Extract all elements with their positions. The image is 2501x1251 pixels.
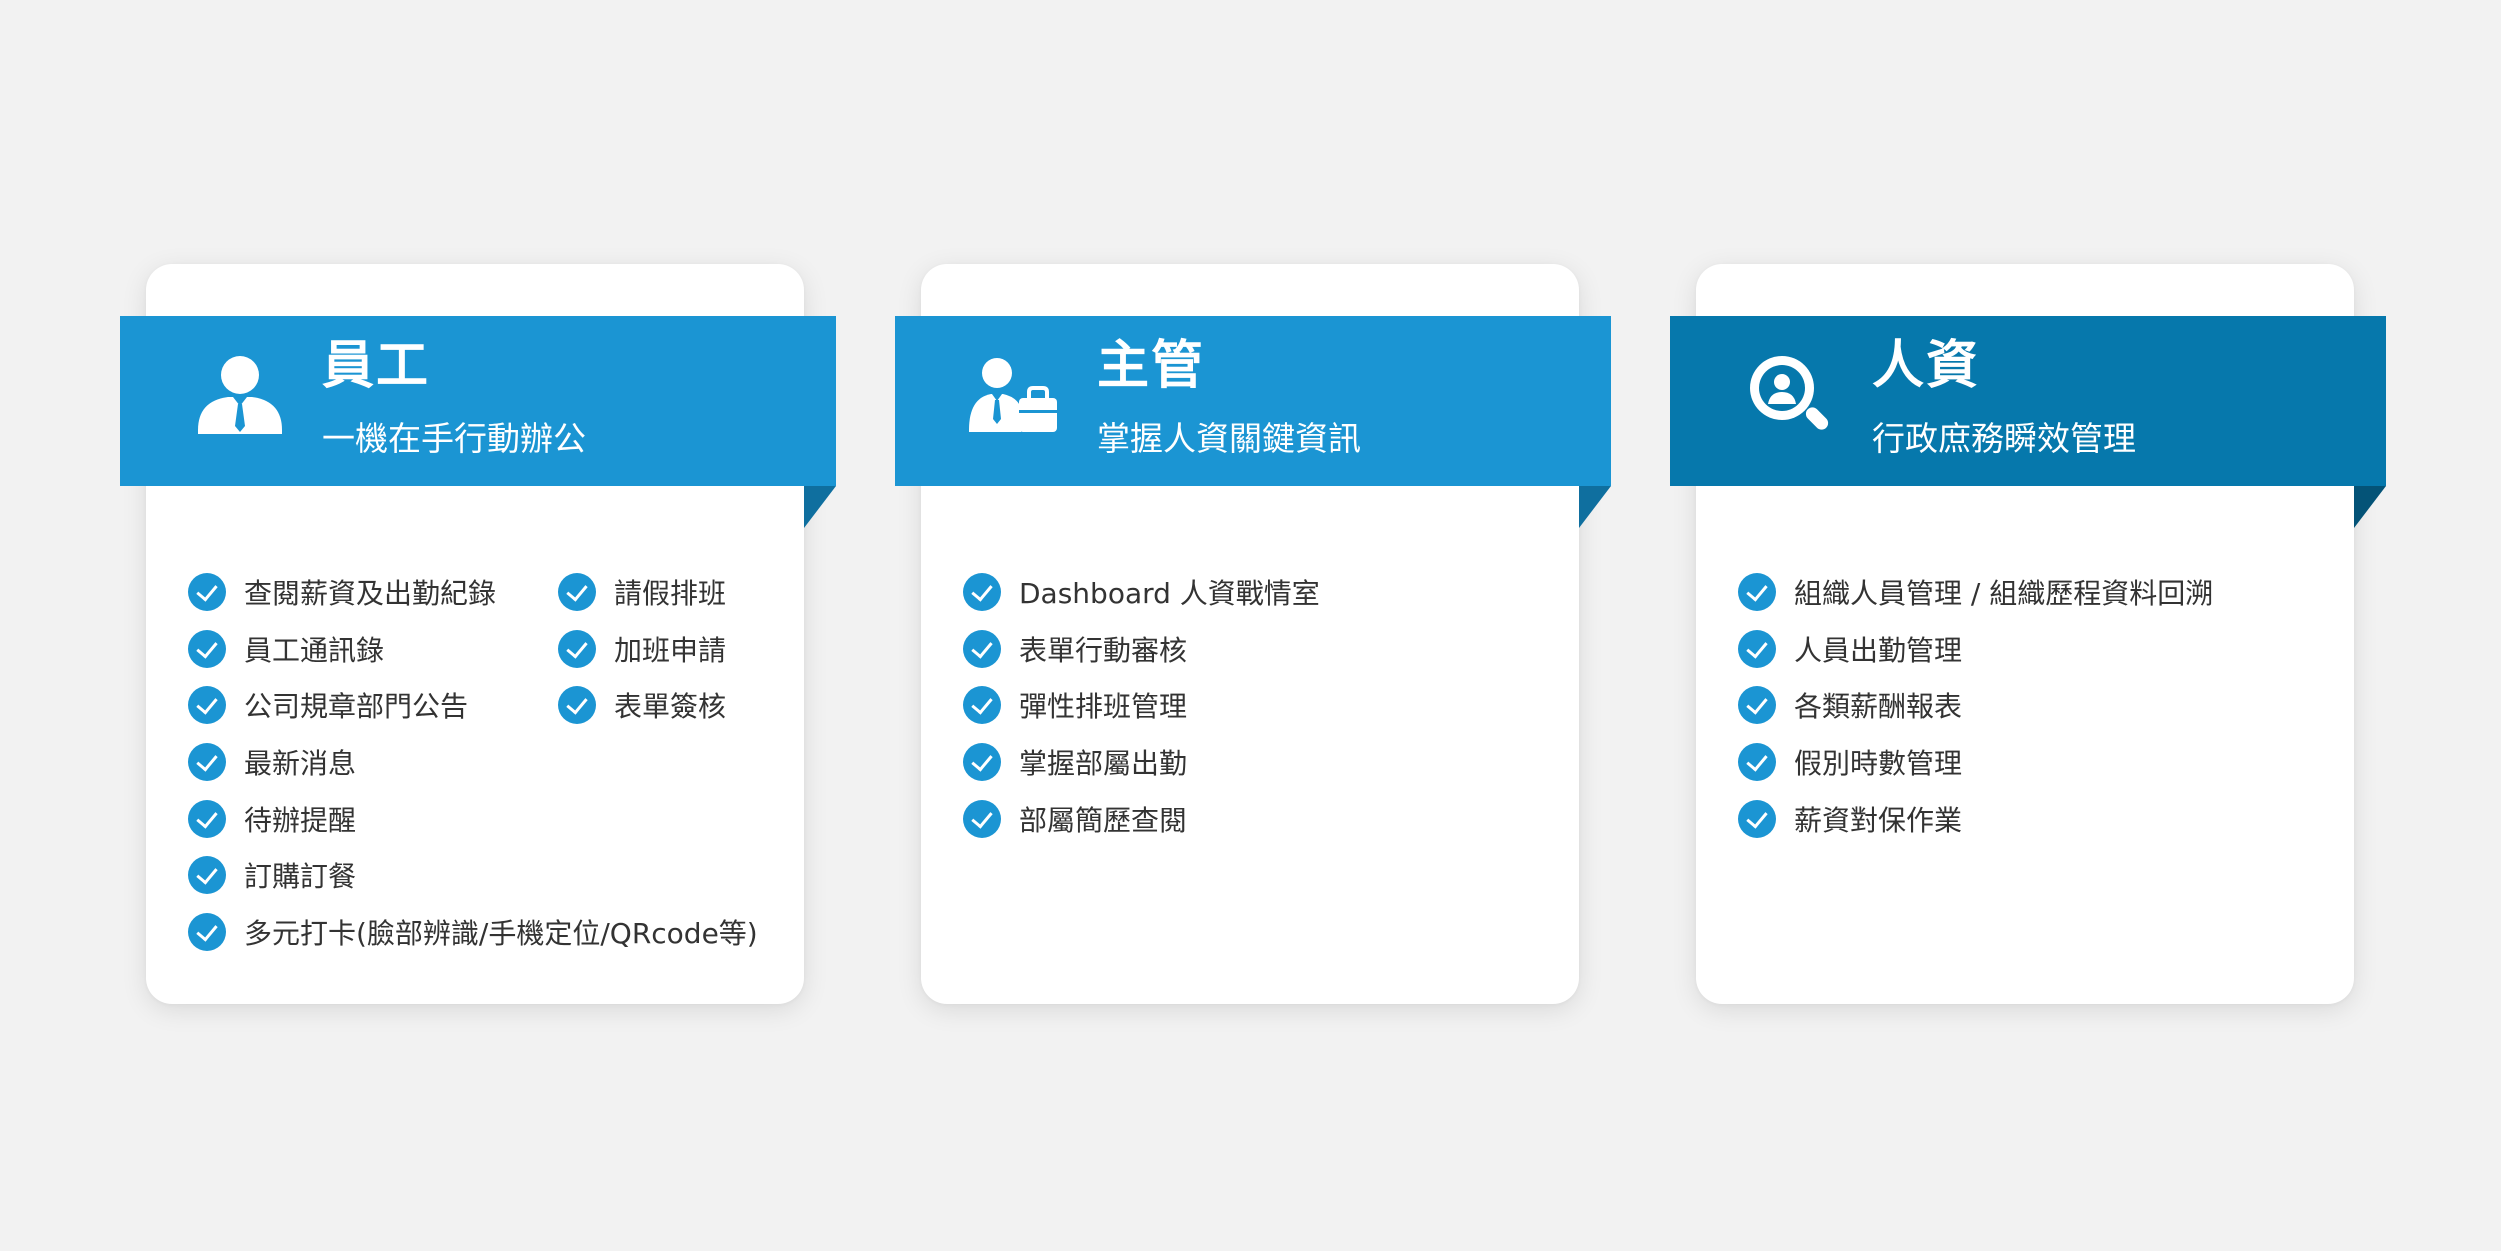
employee-card-header: 員工 一機在手行動辦公 bbox=[120, 316, 836, 486]
manager-feature-list: Dashboard 人資戰情室 表單行動審核 彈性排班管理 掌握部屬出勤 部屬簡… bbox=[963, 564, 1320, 847]
list-item: 假別時數管理 bbox=[1738, 734, 2213, 791]
list-item-label: 表單行動審核 bbox=[1019, 633, 1188, 667]
employee-ribbon-fold bbox=[804, 486, 836, 528]
employee-card-title: 員工 bbox=[322, 336, 431, 396]
list-item: 最新消息 bbox=[188, 734, 758, 791]
manager-card-subtitle: 掌握人資關鍵資訊 bbox=[1097, 419, 1361, 458]
check-icon bbox=[558, 573, 596, 612]
list-item-label: 部屬簡歷查閱 bbox=[1019, 803, 1188, 837]
list-item: 組織人員管理 / 組織歷程資料回溯 bbox=[1738, 564, 2213, 621]
list-item-label: 掌握部屬出勤 bbox=[1019, 747, 1188, 781]
hr-feature-list: 組織人員管理 / 組織歷程資料回溯 人員出勤管理 各類薪酬報表 假別時數管理 薪… bbox=[1738, 564, 2213, 847]
list-item: 彈性排班管理 bbox=[963, 677, 1320, 734]
check-icon bbox=[1738, 743, 1776, 782]
check-icon bbox=[188, 912, 226, 951]
list-item: 部屬簡歷查閱 bbox=[963, 790, 1320, 847]
employee-card-subtitle: 一機在手行動辦公 bbox=[322, 419, 586, 458]
list-item-label: 員工通訊錄 bbox=[244, 633, 385, 667]
check-icon bbox=[188, 799, 226, 838]
list-item: 待辦提醒 bbox=[188, 790, 758, 847]
check-icon bbox=[188, 686, 226, 725]
list-item-label: 組織人員管理 / 組織歷程資料回溯 bbox=[1794, 577, 2214, 611]
list-item-label: 多元打卡(臉部辨識/手機定位/QRcode等) bbox=[244, 916, 758, 950]
list-item: 加班申請 bbox=[558, 621, 726, 678]
hr-card: 人資 行政庶務瞬效管理 組織人員管理 / 組織歷程資料回溯 人員出勤管理 各類薪… bbox=[1670, 264, 2386, 1004]
list-item-label: 薪資對保作業 bbox=[1794, 803, 1963, 837]
check-icon bbox=[558, 629, 596, 668]
check-icon bbox=[963, 573, 1001, 612]
hr-card-subtitle: 行政庶務瞬效管理 bbox=[1872, 419, 2136, 458]
list-item-label: 彈性排班管理 bbox=[1019, 690, 1188, 724]
list-item: 薪資對保作業 bbox=[1738, 790, 2213, 847]
list-item: Dashboard 人資戰情室 bbox=[963, 564, 1320, 621]
list-item-label: 加班申請 bbox=[614, 633, 727, 667]
hr-ribbon-fold bbox=[2354, 486, 2386, 528]
hr-card-header: 人資 行政庶務瞬效管理 bbox=[1670, 316, 2386, 486]
list-item-label: 訂購訂餐 bbox=[244, 860, 357, 894]
manager-card: 主管 掌握人資關鍵資訊 Dashboard 人資戰情室 表單行動審核 彈性排班管… bbox=[895, 264, 1611, 1004]
list-item-label: 人員出勤管理 bbox=[1794, 633, 1963, 667]
list-item-label: 表單簽核 bbox=[614, 690, 727, 724]
check-icon bbox=[963, 743, 1001, 782]
check-icon bbox=[1738, 686, 1776, 725]
check-icon bbox=[1738, 799, 1776, 838]
check-icon bbox=[1738, 629, 1776, 668]
list-item: 表單行動審核 bbox=[963, 621, 1320, 678]
list-item: 各類薪酬報表 bbox=[1738, 677, 2213, 734]
check-icon bbox=[963, 799, 1001, 838]
manager-card-header: 主管 掌握人資關鍵資訊 bbox=[895, 316, 1611, 486]
hr-card-title: 人資 bbox=[1872, 336, 1981, 396]
manager-briefcase-icon bbox=[965, 346, 1065, 446]
list-item-label: 請假排班 bbox=[614, 577, 727, 611]
list-item: 表單簽核 bbox=[558, 677, 726, 734]
list-item-label: Dashboard 人資戰情室 bbox=[1019, 577, 1320, 611]
list-item-label: 假別時數管理 bbox=[1794, 747, 1963, 781]
check-icon bbox=[188, 629, 226, 668]
manager-ribbon-fold bbox=[1579, 486, 1611, 528]
list-item-label: 最新消息 bbox=[244, 747, 357, 781]
check-icon bbox=[188, 573, 226, 612]
list-item: 訂購訂餐 bbox=[188, 847, 758, 904]
manager-card-title: 主管 bbox=[1097, 336, 1206, 396]
list-item: 掌握部屬出勤 bbox=[963, 734, 1320, 791]
check-icon bbox=[963, 629, 1001, 668]
check-icon bbox=[963, 686, 1001, 725]
list-item-label: 各類薪酬報表 bbox=[1794, 690, 1963, 724]
list-item: 請假排班 bbox=[558, 564, 726, 621]
list-item-label: 待辦提醒 bbox=[244, 803, 357, 837]
list-item-label: 查閱薪資及出勤紀錄 bbox=[244, 577, 497, 611]
check-icon bbox=[188, 856, 226, 895]
check-icon bbox=[1738, 573, 1776, 612]
list-item: 人員出勤管理 bbox=[1738, 621, 2213, 678]
list-item-label: 公司規章部門公告 bbox=[244, 690, 469, 724]
check-icon bbox=[188, 743, 226, 782]
employee-person-icon bbox=[190, 346, 290, 446]
check-icon bbox=[558, 686, 596, 725]
employee-card: 員工 一機在手行動辦公 查閱薪資及出勤紀錄 員工通訊錄 公司規章部門公告 最新消… bbox=[120, 264, 836, 1004]
employee-feature-list-right: 請假排班 加班申請 表單簽核 bbox=[558, 564, 726, 734]
hr-search-person-icon bbox=[1740, 346, 1840, 446]
list-item: 多元打卡(臉部辨識/手機定位/QRcode等) bbox=[188, 904, 758, 961]
